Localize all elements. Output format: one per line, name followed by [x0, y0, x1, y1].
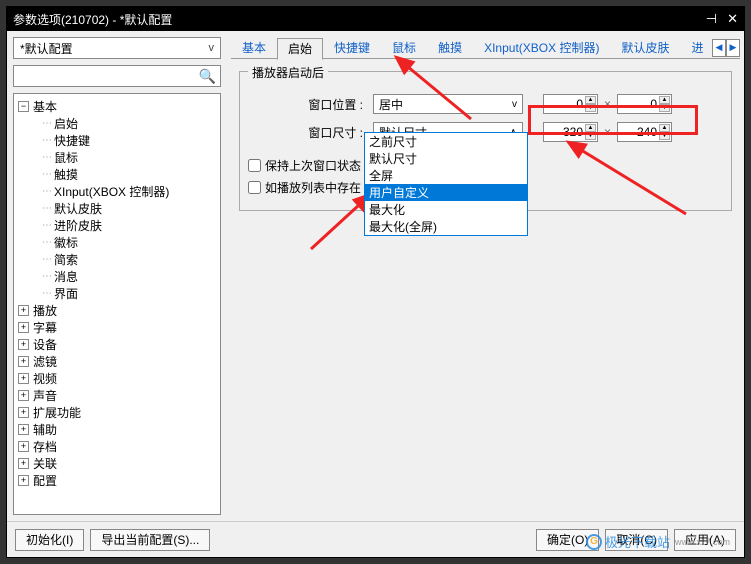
tree-node[interactable]: +视频: [14, 370, 220, 387]
tab-skin[interactable]: 默认皮肤: [610, 37, 680, 59]
dropdown-item-selected[interactable]: 用户自定义: [365, 184, 527, 201]
search-icon[interactable]: 🔍: [199, 68, 216, 85]
dropdown-item[interactable]: 全屏: [365, 167, 527, 184]
tab-scroll-right-icon[interactable]: ▶: [726, 39, 740, 57]
spin-up-icon[interactable]: ▲: [585, 96, 596, 104]
profile-value: *默认配置: [20, 40, 73, 57]
window-title: 参数选项(210702) - *默认配置: [13, 11, 706, 28]
tree-node[interactable]: +配置: [14, 472, 220, 489]
spin-up-icon[interactable]: ▲: [659, 124, 670, 132]
size-h-spin[interactable]: 240▲▼: [617, 122, 672, 142]
chevron-down-icon: v: [512, 99, 517, 110]
init-button[interactable]: 初始化(I): [15, 529, 84, 551]
tree-node[interactable]: +滤镜: [14, 353, 220, 370]
multiply-icon: ×: [598, 97, 617, 111]
tab-mouse[interactable]: 鼠标: [381, 37, 427, 59]
watermark-logo-icon: G: [586, 534, 602, 550]
dropdown-item[interactable]: 最大化: [365, 201, 527, 218]
tree-item[interactable]: ⋯进阶皮肤: [14, 217, 220, 234]
position-x-spin[interactable]: 0▲▼: [543, 94, 598, 114]
tree-item[interactable]: ⋯消息: [14, 268, 220, 285]
playlist-checkbox[interactable]: [248, 181, 261, 194]
dropdown-item[interactable]: 默认尺寸: [365, 150, 527, 167]
tree-node[interactable]: +关联: [14, 455, 220, 472]
spin-up-icon[interactable]: ▲: [585, 124, 596, 132]
close-icon[interactable]: ✕: [727, 11, 738, 27]
tree-item[interactable]: ⋯简索: [14, 251, 220, 268]
tree-node[interactable]: +播放: [14, 302, 220, 319]
pin-icon[interactable]: ⊣: [706, 11, 717, 27]
group-title: 播放器启动后: [248, 64, 328, 81]
keep-state-label: 保持上次窗口状态: [265, 157, 361, 174]
tree-item[interactable]: ⋯触摸: [14, 166, 220, 183]
tree-item[interactable]: ⋯鼠标: [14, 149, 220, 166]
tab-xinput[interactable]: XInput(XBOX 控制器): [473, 37, 610, 59]
watermark: G 极光下载站 www.xz7.com: [586, 532, 730, 551]
playlist-label: 如播放列表中存在: [265, 179, 361, 196]
multiply-icon: ×: [598, 125, 617, 139]
tree-node[interactable]: +声音: [14, 387, 220, 404]
watermark-text: 极光下载站: [605, 532, 670, 551]
dropdown-item[interactable]: 之前尺寸: [365, 133, 527, 150]
position-select[interactable]: 居中v: [373, 94, 523, 114]
spin-down-icon[interactable]: ▼: [659, 104, 670, 112]
tree-item[interactable]: ⋯启始: [14, 115, 220, 132]
tabs: 基本 启始 快捷键 鼠标 触摸 XInput(XBOX 控制器) 默认皮肤 进 …: [231, 37, 740, 59]
chevron-down-icon: v: [209, 42, 215, 54]
tree-item[interactable]: ⋯快捷键: [14, 132, 220, 149]
tree-node[interactable]: +设备: [14, 336, 220, 353]
spin-up-icon[interactable]: ▲: [659, 96, 670, 104]
tab-more[interactable]: 进: [680, 37, 714, 59]
size-w-spin[interactable]: 320▲▼: [543, 122, 598, 142]
nav-tree[interactable]: −基本 ⋯启始 ⋯快捷键 ⋯鼠标 ⋯触摸 ⋯XInput(XBOX 控制器) ⋯…: [13, 93, 221, 515]
position-y-spin[interactable]: 0▲▼: [617, 94, 672, 114]
keep-state-checkbox[interactable]: [248, 159, 261, 172]
tree-item[interactable]: ⋯徽标: [14, 234, 220, 251]
watermark-url: www.xz7.com: [675, 537, 730, 547]
tab-start[interactable]: 启始: [277, 38, 323, 60]
tab-touch[interactable]: 触摸: [427, 37, 473, 59]
search-box: 🔍: [13, 65, 221, 87]
size-dropdown[interactable]: 之前尺寸 默认尺寸 全屏 用户自定义 最大化 最大化(全屏): [364, 132, 528, 236]
position-label: 窗口位置 :: [248, 96, 373, 113]
dropdown-item[interactable]: 最大化(全屏): [365, 218, 527, 235]
tree-node[interactable]: +存档: [14, 438, 220, 455]
size-label: 窗口尺寸 :: [248, 124, 373, 141]
tree-item[interactable]: ⋯界面: [14, 285, 220, 302]
tree-root[interactable]: −基本: [14, 98, 220, 115]
tab-scroll-left-icon[interactable]: ◀: [712, 39, 726, 57]
export-button[interactable]: 导出当前配置(S)...: [90, 529, 210, 551]
spin-down-icon[interactable]: ▼: [659, 132, 670, 140]
tab-hotkey[interactable]: 快捷键: [323, 37, 381, 59]
tree-item[interactable]: ⋯XInput(XBOX 控制器): [14, 183, 220, 200]
search-input[interactable]: [18, 69, 199, 83]
spin-down-icon[interactable]: ▼: [585, 132, 596, 140]
tree-item[interactable]: ⋯默认皮肤: [14, 200, 220, 217]
tree-node[interactable]: +辅助: [14, 421, 220, 438]
tab-basic[interactable]: 基本: [231, 37, 277, 59]
profile-select[interactable]: *默认配置 v: [13, 37, 221, 59]
tree-node[interactable]: +扩展功能: [14, 404, 220, 421]
tree-node[interactable]: +字幕: [14, 319, 220, 336]
spin-down-icon[interactable]: ▼: [585, 104, 596, 112]
